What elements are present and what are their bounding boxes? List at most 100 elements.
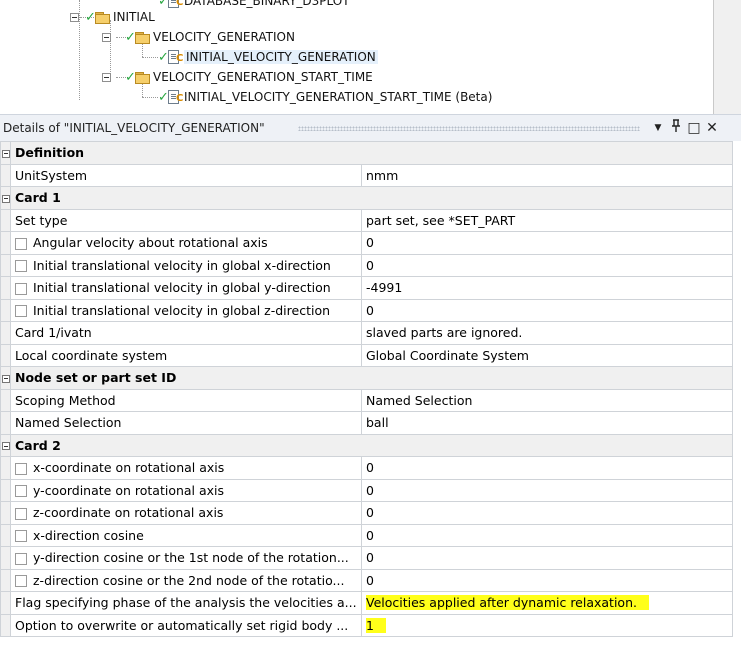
parameter-checkbox[interactable]	[15, 552, 27, 565]
row-gutter	[0, 613, 11, 637]
tree-item-velocity-generation-start-time[interactable]: ✓ VELOCITY_GENERATION_START_TIME	[102, 67, 373, 87]
property-value[interactable]: 0	[361, 231, 733, 255]
property-value-text: Velocities applied after dynamic relaxat…	[366, 595, 649, 611]
collapse-icon[interactable]	[102, 32, 111, 42]
section-header[interactable]: Card 1	[0, 186, 733, 210]
tree-item-database-binary-d3plot[interactable]: ✓ C DATABASE_BINARY_D3PLOT	[158, 0, 350, 11]
parameter-checkbox[interactable]	[15, 507, 27, 520]
property-value-text: 1	[366, 617, 386, 633]
section-collapse-cell[interactable]	[0, 433, 11, 457]
parameter-checkbox[interactable]	[15, 260, 27, 273]
property-value[interactable]: 0	[361, 568, 733, 592]
property-row[interactable]: Initial translational velocity in global…	[0, 253, 733, 277]
property-name: Initial translational velocity in global…	[10, 276, 362, 300]
property-value[interactable]: Named Selection	[361, 388, 733, 412]
parameter-checkbox[interactable]	[15, 237, 27, 250]
property-value[interactable]: ball	[361, 411, 733, 435]
folder-icon	[135, 31, 150, 44]
property-row[interactable]: y-direction cosine or the 1st node of th…	[0, 546, 733, 570]
parameter-checkbox[interactable]	[15, 530, 27, 543]
property-value[interactable]: Velocities applied after dynamic relaxat…	[361, 591, 733, 615]
property-name-text: z-coordinate on rotational axis	[33, 505, 224, 521]
collapse-icon[interactable]	[1, 442, 10, 451]
property-row[interactable]: z-direction cosine or the 2nd node of th…	[0, 568, 733, 592]
parameter-checkbox[interactable]	[15, 305, 27, 318]
property-name: y-direction cosine or the 1st node of th…	[10, 546, 362, 570]
property-value[interactable]: slaved parts are ignored.	[361, 321, 733, 345]
property-row[interactable]: Initial translational velocity in global…	[0, 276, 733, 300]
property-value[interactable]: Global Coordinate System	[361, 343, 733, 367]
section-collapse-cell[interactable]	[0, 141, 11, 165]
tree-connector	[142, 57, 158, 58]
property-name-text: Named Selection	[15, 415, 122, 431]
section-header[interactable]: Node set or part set ID	[0, 366, 733, 390]
property-name-text: x-coordinate on rotational axis	[33, 460, 225, 476]
tree-item-initial-velocity-generation[interactable]: ✓ C INITIAL_VELOCITY_GENERATION	[158, 47, 378, 67]
property-name-text: Initial translational velocity in global…	[33, 257, 331, 273]
section-header[interactable]: Definition	[0, 141, 733, 165]
property-row[interactable]: Scoping Method Named Selection	[0, 388, 733, 412]
property-value[interactable]: nmm	[361, 163, 733, 187]
property-row[interactable]: Angular velocity about rotational axis 0	[0, 231, 733, 255]
property-name: z-coordinate on rotational axis	[10, 501, 362, 525]
property-value[interactable]: part set, see *SET_PART	[361, 208, 733, 232]
property-row[interactable]: y-coordinate on rotational axis 0	[0, 478, 733, 502]
property-value[interactable]: 0	[361, 546, 733, 570]
tree-item-label: VELOCITY_GENERATION_START_TIME	[153, 70, 373, 84]
tree-item-initial[interactable]: ✓ INITIAL	[70, 7, 155, 27]
property-value-text: Global Coordinate System	[366, 347, 529, 363]
property-name-text: Option to overwrite or automatically set…	[15, 617, 349, 633]
dropdown-button[interactable]: ▼	[650, 119, 666, 137]
close-button[interactable]: ✕	[704, 119, 720, 137]
property-row[interactable]: Named Selection ball	[0, 411, 733, 435]
property-row[interactable]: x-coordinate on rotational axis 0	[0, 456, 733, 480]
property-row[interactable]: x-direction cosine 0	[0, 523, 733, 547]
collapse-icon[interactable]	[102, 72, 111, 82]
section-collapse-cell[interactable]	[0, 186, 11, 210]
property-value[interactable]: 0	[361, 456, 733, 480]
collapse-icon[interactable]	[1, 194, 10, 203]
pin-button[interactable]	[668, 119, 684, 137]
property-row[interactable]: Card 1/ivatn slaved parts are ignored.	[0, 321, 733, 345]
property-value[interactable]: -4991	[361, 276, 733, 300]
property-row[interactable]: Local coordinate system Global Coordinate…	[0, 343, 733, 367]
property-value-text: -4991	[366, 280, 403, 296]
tree-connector	[142, 97, 158, 98]
drag-grip[interactable]	[298, 126, 640, 131]
property-row[interactable]: Option to overwrite or automatically set…	[0, 613, 733, 637]
property-value[interactable]: 1	[361, 613, 733, 637]
section-collapse-cell[interactable]	[0, 366, 11, 390]
tree-item-label: INITIAL_VELOCITY_GENERATION_START_TIME (…	[184, 90, 493, 104]
property-row[interactable]: Flag specifying phase of the analysis th…	[0, 591, 733, 615]
property-row[interactable]: Set type part set, see *SET_PART	[0, 208, 733, 232]
row-gutter	[0, 591, 11, 615]
parameter-checkbox[interactable]	[15, 485, 27, 498]
parameter-checkbox[interactable]	[15, 575, 27, 588]
property-value[interactable]: 0	[361, 478, 733, 502]
row-gutter	[0, 456, 11, 480]
property-value-text: 0	[366, 302, 374, 318]
maximize-button[interactable]: □	[686, 119, 702, 137]
property-row[interactable]: Initial translational velocity in global…	[0, 298, 733, 322]
collapse-icon[interactable]	[70, 12, 79, 22]
tree-item-label: DATABASE_BINARY_D3PLOT	[184, 0, 350, 8]
tree-item-initial-velocity-generation-start-time[interactable]: ✓ C INITIAL_VELOCITY_GENERATION_START_TI…	[158, 87, 492, 107]
property-value[interactable]: 0	[361, 253, 733, 277]
collapse-icon[interactable]	[1, 149, 10, 158]
property-name: x-coordinate on rotational axis	[10, 456, 362, 480]
row-gutter	[0, 231, 11, 255]
section-header[interactable]: Card 2	[0, 433, 733, 457]
property-value[interactable]: 0	[361, 298, 733, 322]
property-value-text: ball	[366, 415, 389, 431]
parameter-checkbox[interactable]	[15, 282, 27, 295]
parameter-checkbox[interactable]	[15, 462, 27, 475]
property-value[interactable]: 0	[361, 523, 733, 547]
property-row[interactable]: UnitSystem nmm	[0, 163, 733, 187]
property-row[interactable]: z-coordinate on rotational axis 0	[0, 501, 733, 525]
tree-item-velocity-generation[interactable]: ✓ VELOCITY_GENERATION	[102, 27, 295, 47]
property-value[interactable]: 0	[361, 501, 733, 525]
property-value-text: 0	[366, 235, 374, 251]
side-pane	[714, 0, 741, 114]
collapse-icon[interactable]	[1, 374, 10, 383]
folder-icon	[135, 71, 150, 84]
